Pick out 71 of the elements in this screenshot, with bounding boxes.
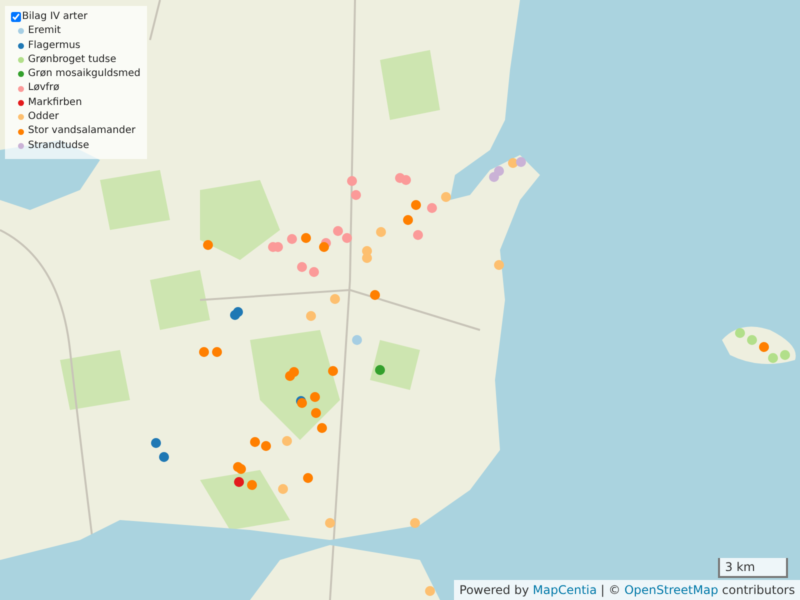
map-marker[interactable] bbox=[273, 242, 283, 252]
legend-label: Grøn mosaikguldsmed bbox=[28, 67, 141, 82]
map-marker[interactable] bbox=[516, 157, 526, 167]
map-marker[interactable] bbox=[233, 307, 243, 317]
map-marker[interactable] bbox=[319, 242, 329, 252]
legend-label: Flagermus bbox=[28, 38, 80, 53]
map-marker[interactable] bbox=[342, 233, 352, 243]
attribution-link[interactable]: MapCentia bbox=[532, 583, 597, 597]
legend-label: Strandtudse bbox=[28, 138, 90, 153]
map-marker[interactable] bbox=[301, 233, 311, 243]
map-marker[interactable] bbox=[333, 226, 343, 236]
map-marker[interactable] bbox=[261, 441, 271, 451]
legend-label: Odder bbox=[28, 110, 59, 124]
map-marker[interactable] bbox=[351, 190, 361, 200]
attribution-text: contributors bbox=[721, 583, 795, 597]
map-marker[interactable] bbox=[347, 176, 357, 186]
map-marker[interactable] bbox=[411, 200, 421, 210]
map-marker[interactable] bbox=[234, 477, 244, 487]
legend-label: Grønbroget tudse bbox=[28, 52, 116, 67]
scale-bar: 3 km bbox=[718, 558, 788, 578]
map-marker[interactable] bbox=[780, 350, 790, 360]
map-marker[interactable] bbox=[250, 437, 260, 447]
map-marker[interactable] bbox=[159, 452, 169, 462]
attribution-text: Powered by bbox=[459, 583, 530, 597]
map-marker[interactable] bbox=[362, 253, 372, 263]
map-marker[interactable] bbox=[309, 267, 319, 277]
map-marker[interactable] bbox=[236, 464, 246, 474]
map-marker[interactable] bbox=[375, 365, 385, 375]
map-marker[interactable] bbox=[310, 392, 320, 402]
map-marker[interactable] bbox=[289, 367, 299, 377]
map-marker[interactable] bbox=[303, 473, 313, 483]
layer-checkbox[interactable] bbox=[11, 12, 21, 22]
map-marker[interactable] bbox=[441, 192, 451, 202]
map-marker[interactable] bbox=[282, 436, 292, 446]
map-marker[interactable] bbox=[306, 311, 316, 321]
map-marker[interactable] bbox=[311, 408, 321, 418]
map-marker[interactable] bbox=[427, 203, 437, 213]
map-marker[interactable] bbox=[403, 215, 413, 225]
map-marker[interactable] bbox=[297, 262, 307, 272]
legend-title: Bilag IV arter bbox=[22, 10, 88, 24]
map-marker[interactable] bbox=[735, 328, 745, 338]
map-marker[interactable] bbox=[328, 366, 338, 376]
map-marker[interactable] bbox=[287, 234, 297, 244]
map-marker[interactable] bbox=[297, 398, 307, 408]
legend-label: Eremit bbox=[28, 24, 61, 38]
map-marker[interactable] bbox=[325, 518, 335, 528]
map-marker[interactable] bbox=[759, 342, 769, 352]
map-marker[interactable] bbox=[376, 227, 386, 237]
map-marker[interactable] bbox=[330, 294, 340, 304]
map-marker[interactable] bbox=[768, 353, 778, 363]
map-marker[interactable] bbox=[370, 290, 380, 300]
legend-label: Markfirben bbox=[28, 96, 82, 110]
map-marker[interactable] bbox=[747, 335, 757, 345]
map-marker[interactable] bbox=[317, 423, 327, 433]
map-marker[interactable] bbox=[278, 484, 288, 494]
legend-label: Løvfrø bbox=[28, 81, 60, 96]
map-marker[interactable] bbox=[494, 166, 504, 176]
attribution-text: | © bbox=[600, 583, 622, 597]
map-marker[interactable] bbox=[212, 347, 222, 357]
map-marker[interactable] bbox=[151, 438, 161, 448]
map-marker[interactable] bbox=[199, 347, 209, 357]
map-marker[interactable] bbox=[425, 586, 435, 596]
map-marker[interactable] bbox=[203, 240, 213, 250]
attribution-link[interactable]: OpenStreetMap bbox=[624, 583, 718, 597]
map-marker[interactable] bbox=[413, 230, 423, 240]
map-marker[interactable] bbox=[352, 335, 362, 345]
legend-label: Stor vandsalamander bbox=[28, 124, 136, 138]
map-marker[interactable] bbox=[247, 480, 257, 490]
map-marker[interactable] bbox=[410, 518, 420, 528]
map-marker[interactable] bbox=[494, 260, 504, 270]
map-marker[interactable] bbox=[401, 175, 411, 185]
